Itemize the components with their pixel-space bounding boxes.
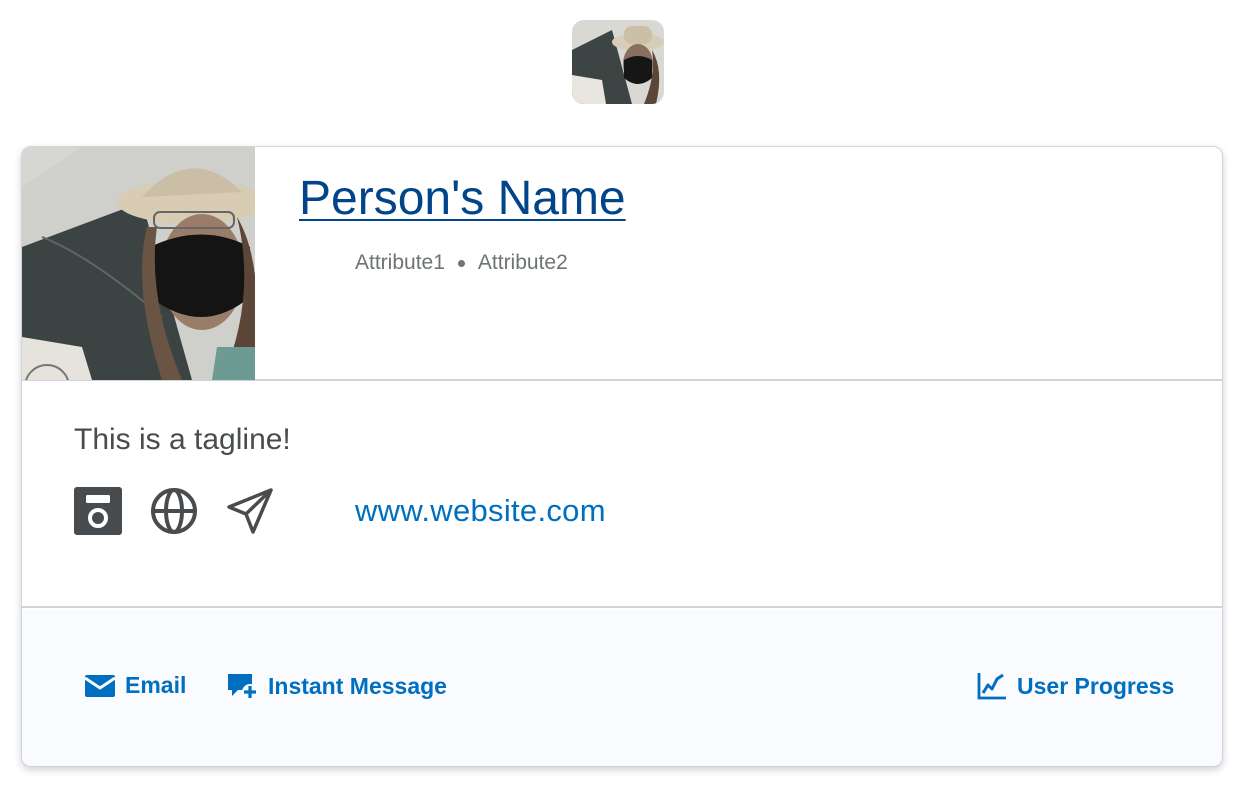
- profile-photo: [22, 147, 255, 380]
- progress-chart-icon: [977, 673, 1006, 700]
- user-avatar-small[interactable]: [572, 20, 664, 104]
- email-label: Email: [125, 672, 187, 698]
- instant-message-button[interactable]: Instant Message: [226, 672, 447, 700]
- user-progress-button[interactable]: User Progress: [977, 672, 1174, 700]
- person-name-link[interactable]: Person's Name: [299, 171, 626, 226]
- bullet-separator: [457, 259, 465, 267]
- attribute-item: Attribute2: [477, 251, 568, 274]
- profile-photo-image: [22, 147, 255, 380]
- send-icon[interactable]: [226, 487, 274, 535]
- envelope-icon: [85, 674, 115, 697]
- profile-actions-footer: Email Instant Message User Progress: [22, 610, 1222, 766]
- globe-icon[interactable]: [150, 487, 198, 535]
- user-progress-label: User Progress: [1017, 672, 1175, 699]
- profile-card: Person's Name Attribute1 Attribute2 This…: [21, 146, 1223, 767]
- profile-header: Person's Name Attribute1 Attribute2: [22, 147, 1222, 381]
- profile-body: This is a tagline! www.website.com: [22, 381, 1222, 608]
- avatar-photo: [572, 20, 664, 104]
- attribute-item: Attribute1: [355, 251, 445, 274]
- website-link[interactable]: www.website.com: [355, 493, 606, 529]
- email-button[interactable]: Email: [85, 672, 186, 699]
- attribute-list: Attribute1 Attribute2: [355, 251, 568, 275]
- chat-add-icon: [228, 674, 258, 700]
- social-icon-row: [74, 487, 302, 535]
- instant-message-label: Instant Message: [268, 672, 447, 699]
- tagline: This is a tagline!: [74, 423, 291, 456]
- save-icon[interactable]: [74, 487, 122, 535]
